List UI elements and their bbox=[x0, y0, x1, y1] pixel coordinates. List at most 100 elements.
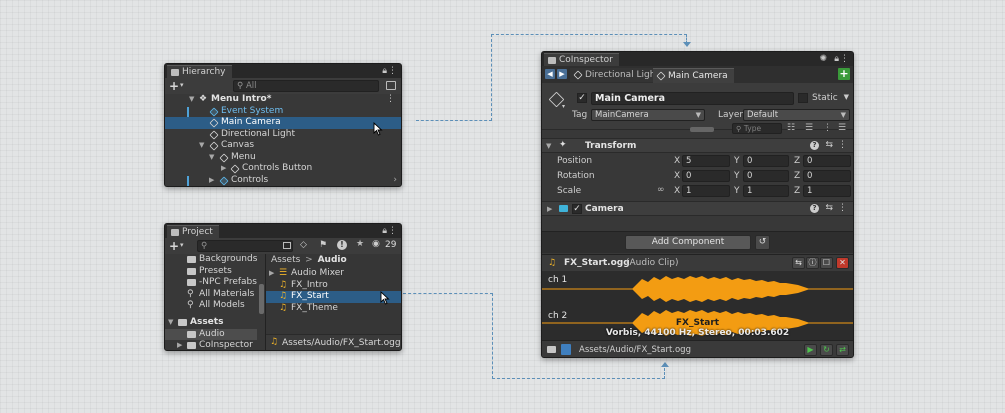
history-icon[interactable]: ↺ bbox=[755, 235, 770, 250]
help-icon[interactable]: ? bbox=[810, 141, 819, 150]
lock-icon[interactable]: 🔒︎ bbox=[382, 226, 387, 236]
subtab-main-camera[interactable]: Main Camera bbox=[653, 68, 734, 83]
camera-enabled-checkbox[interactable]: ✓ bbox=[572, 204, 582, 214]
preset-icon[interactable]: ⇆ bbox=[825, 140, 833, 150]
label-filter-icon[interactable]: ⚑ bbox=[319, 240, 327, 250]
tab-hierarchy[interactable]: Hierarchy bbox=[167, 65, 232, 78]
add-tab-button[interactable]: + bbox=[838, 68, 850, 80]
scene-kebab-icon[interactable]: ⋮ bbox=[386, 94, 395, 106]
preset-icon[interactable]: ⇆ bbox=[792, 257, 805, 269]
position-x-input[interactable]: 5 bbox=[682, 155, 730, 167]
collapse-all-icon[interactable]: ☰ bbox=[805, 123, 813, 133]
collapse-arrow-icon[interactable]: ▶ bbox=[221, 163, 226, 175]
hierarchy-item-controls-button[interactable]: ▶ Controls Button bbox=[165, 163, 401, 175]
collapse-arrow-icon[interactable]: ▶ bbox=[547, 205, 552, 213]
hierarchy-item-canvas[interactable]: ▼ Canvas bbox=[165, 140, 401, 152]
info-icon[interactable]: ⓘ bbox=[806, 257, 819, 269]
favorite-star-icon[interactable]: ★ bbox=[356, 239, 364, 249]
autoplay-icon[interactable]: ↻ bbox=[820, 344, 833, 356]
active-checkbox[interactable]: ✓ bbox=[577, 93, 587, 103]
hierarchy-item-controls[interactable]: ▶ Controls › bbox=[165, 175, 401, 187]
lock-icon[interactable]: ☐ bbox=[820, 257, 833, 269]
tag-dropdown[interactable]: MainCamera ▼ bbox=[591, 109, 705, 121]
chevron-down-icon[interactable]: ▾ bbox=[180, 81, 184, 89]
folder-item-assets[interactable]: ▼ Assets bbox=[165, 317, 257, 329]
chevron-right-icon[interactable]: › bbox=[393, 175, 397, 187]
transform-header[interactable]: ▼ ✦ Transform ? ⇆ ⋮ bbox=[542, 138, 853, 153]
expand-arrow-icon[interactable]: ▼ bbox=[199, 140, 204, 152]
preset-icon[interactable]: ⇆ bbox=[825, 203, 833, 213]
layer-dropdown[interactable]: Default ▼ bbox=[743, 109, 850, 121]
folder-item-presets[interactable]: Presets bbox=[165, 266, 257, 278]
tag-filter-icon[interactable]: ◇ bbox=[300, 240, 307, 250]
loop-icon[interactable]: ⇄ bbox=[836, 344, 849, 356]
search-item-all-models[interactable]: ⚲ All Models bbox=[165, 300, 257, 312]
type-filter-input[interactable]: ⚲ Type bbox=[732, 123, 782, 134]
static-dropdown-icon[interactable]: ▼ bbox=[844, 93, 849, 101]
warning-icon[interactable]: ! bbox=[337, 240, 347, 250]
scale-z-input[interactable]: 1 bbox=[803, 185, 851, 197]
chevron-down-icon[interactable]: ▾ bbox=[562, 103, 565, 110]
nav-back-icon[interactable]: ◀ bbox=[545, 69, 555, 79]
tree-scrollbar[interactable] bbox=[259, 284, 264, 314]
rotation-y-input[interactable]: 0 bbox=[743, 170, 789, 182]
folder-item-audio[interactable]: Audio bbox=[165, 328, 257, 340]
position-y-input[interactable]: 0 bbox=[743, 155, 789, 167]
chevron-down-icon[interactable]: ▾ bbox=[180, 241, 184, 249]
folder-item-coinspector[interactable]: ▶ CoInspector bbox=[165, 340, 257, 350]
expand-arrow-icon[interactable]: ▼ bbox=[546, 142, 551, 150]
debug-icon[interactable]: ✺ bbox=[819, 54, 827, 64]
expand-all-icon[interactable]: ☰ bbox=[838, 123, 846, 133]
kebab-menu-icon[interactable]: ⋮ bbox=[388, 66, 397, 76]
object-name-input[interactable]: Main Camera bbox=[591, 92, 794, 105]
tab-coinspector[interactable]: CoInspector bbox=[544, 53, 619, 66]
position-z-input[interactable]: 0 bbox=[803, 155, 851, 167]
add-component-button[interactable]: Add Component bbox=[625, 235, 751, 250]
lock-icon[interactable]: 🔒︎ bbox=[834, 54, 839, 64]
hidden-eye-icon[interactable]: ◉ bbox=[372, 239, 380, 249]
asset-icon[interactable] bbox=[561, 344, 571, 355]
folder-item-backgrounds[interactable]: Backgrounds bbox=[165, 254, 257, 266]
rotation-z-input[interactable]: 0 bbox=[803, 170, 851, 182]
kebab-menu-icon[interactable]: ⋮ bbox=[388, 226, 397, 236]
component-kebab-icon[interactable]: ⋮ bbox=[838, 140, 847, 150]
hierarchy-item-main-camera[interactable]: Main Camera bbox=[165, 117, 401, 129]
scale-y-input[interactable]: 1 bbox=[743, 185, 789, 197]
breadcrumb-root[interactable]: Assets bbox=[271, 255, 300, 265]
expand-arrow-icon[interactable]: ▼ bbox=[209, 152, 214, 164]
breadcrumb-current[interactable]: Audio bbox=[318, 255, 347, 265]
play-icon[interactable]: ▶ bbox=[804, 344, 817, 356]
more-options-icon[interactable]: ⋮ bbox=[823, 123, 832, 133]
link-icon[interactable]: ∞ bbox=[657, 185, 665, 195]
expand-arrow-icon[interactable]: ▼ bbox=[168, 317, 173, 329]
filter-icon[interactable] bbox=[386, 81, 396, 90]
hierarchy-item-menu[interactable]: ▼ Menu bbox=[165, 152, 401, 164]
collapse-arrow-icon[interactable]: ▶ bbox=[209, 175, 214, 187]
project-search-input[interactable]: ⚲ bbox=[197, 240, 293, 252]
nav-forward-icon[interactable]: ▶ bbox=[557, 69, 567, 79]
file-item-audio-mixer[interactable]: ▶ ☰ Audio Mixer bbox=[266, 268, 401, 280]
subtab-directional-light[interactable]: Directional Light bbox=[570, 68, 665, 82]
search-by-type-icon[interactable] bbox=[283, 242, 291, 249]
lock-icon[interactable]: 🔒︎ bbox=[382, 66, 387, 76]
collapse-arrow-icon[interactable]: ▶ bbox=[269, 268, 274, 280]
hierarchy-scene-row[interactable]: ▼ ❖ Menu Intro* ⋮ bbox=[165, 94, 401, 106]
add-plus-icon[interactable]: + bbox=[169, 240, 179, 252]
help-icon[interactable]: ? bbox=[810, 204, 819, 213]
file-item-fx-intro[interactable]: ♫ FX_Intro bbox=[266, 280, 401, 292]
add-plus-icon[interactable]: + bbox=[169, 80, 179, 92]
expand-arrow-icon[interactable]: ▼ bbox=[189, 94, 194, 106]
hierarchy-search-input[interactable]: ⚲ All bbox=[233, 80, 379, 92]
tab-project[interactable]: Project bbox=[167, 225, 219, 238]
slider-bar[interactable] bbox=[690, 127, 714, 132]
camera-header[interactable]: ▶ ✓ Camera ? ⇆ ⋮ bbox=[542, 201, 853, 216]
hierarchy-item-event-system[interactable]: Event System bbox=[165, 106, 401, 118]
hierarchy-item-directional-light[interactable]: Directional Light bbox=[165, 129, 401, 141]
static-checkbox[interactable] bbox=[798, 93, 808, 103]
folder-icon[interactable] bbox=[547, 346, 556, 353]
component-kebab-icon[interactable]: ⋮ bbox=[838, 203, 847, 213]
search-item-all-materials[interactable]: ⚲ All Materials bbox=[165, 289, 257, 301]
filter-options-icon[interactable]: ☷ bbox=[787, 123, 795, 133]
kebab-menu-icon[interactable]: ⋮ bbox=[840, 54, 849, 64]
collapse-arrow-icon[interactable]: ▶ bbox=[177, 340, 182, 350]
